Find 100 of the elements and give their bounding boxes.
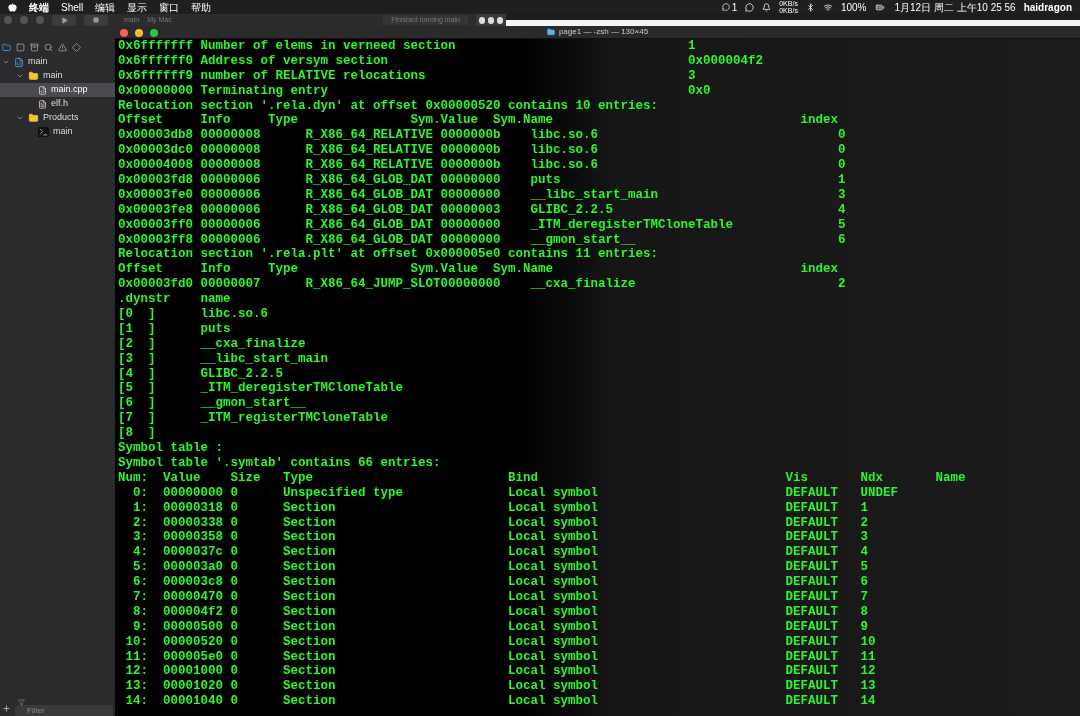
add-icon[interactable] [2,703,11,713]
terminal-cell: Local symbol [508,560,599,575]
terminal-cell: Value [163,470,201,485]
terminal-cell-text: 10: [124,634,148,650]
navigator-item[interactable]: main [0,55,115,69]
terminal-cell: 0x00003fd0 [118,277,193,292]
terminal-cell: index [800,262,839,277]
terminal-cell: Info [200,113,231,128]
terminal-cell: 0000000b [440,143,501,158]
terminal-cell: Number of elems in verneed section [200,39,456,53]
wifi-icon[interactable] [822,2,833,12]
battery-icon[interactable] [874,2,887,12]
terminal-cell: 0 [230,560,238,575]
terminal-cell: Local symbol [508,515,599,530]
menu-item[interactable]: 终端 [29,0,49,15]
terminal-cell: 00000000 [440,217,501,232]
terminal-cell: Local symbol [508,619,599,634]
terminal-cell: 0x00003fd8 [118,173,193,187]
terminal-cell: DEFAULT [785,679,839,694]
terminal-cell: GLIBC_2.2.5 [200,366,283,381]
terminal-cell: __gmon_start__ [530,232,636,247]
terminal-cell: 000003c8 [163,575,223,590]
terminal-cell: 0 [230,575,238,590]
apple-icon[interactable] [8,2,17,12]
terminal-cell: 0 [230,545,238,560]
terminal-cell: 00000500 [163,619,223,634]
user-name[interactable]: haidragon [1023,0,1072,15]
chat-icon[interactable] [745,2,755,12]
terminal-cell: Sym.Name [493,262,554,277]
terminal-cell-text: 9: [132,619,148,635]
menu-item[interactable]: 帮助 [191,0,212,15]
search-icon[interactable] [44,42,53,52]
terminal-cell: puts [530,173,561,187]
disclosure-icon[interactable] [2,58,10,66]
run-button[interactable] [52,14,76,26]
stop-button[interactable] [84,14,108,26]
terminal-cell: [6 ] [118,396,156,411]
terminal-cell: Local symbol [508,575,599,590]
terminal-cell: GLIBC_2.2.5 [530,202,614,217]
terminal-cell: 6 [860,575,869,590]
terminal-cell: 0 [230,604,238,619]
terminal-cell: Section [283,589,336,604]
terminal-cell: 3 [688,68,696,83]
terminal-cell: 00000008 [200,158,261,173]
navigator-item[interactable]: elf.h [0,97,115,111]
terminal-cell: libc.so.6 [530,143,599,158]
menu-item[interactable]: 窗口 [159,0,180,15]
terminal-line: Symbol table '.symtab' contains 66 entries: [118,455,441,470]
terminal-cell: 14 [860,694,876,709]
terminal-cell: 00001000 [163,664,223,679]
maximize-icon[interactable] [150,29,158,37]
terminal-cell: 0 [230,619,238,634]
folder-icon [28,71,39,81]
terminal-cell: Type [268,262,298,277]
terminal-cell: Section [283,619,336,634]
terminal-cell: 7 [860,589,869,604]
status-badge[interactable]: 1 [721,0,738,15]
terminal-cell: 0000000b [440,128,501,143]
menu-clock[interactable]: 1月12日 周二 上午10 25 56 [894,0,1016,15]
disclosure-icon[interactable] [16,114,24,122]
window-title: page1 — -zsh — 130×45 [558,26,649,38]
disclosure-icon[interactable] [16,72,24,80]
terminal-cell: Unspecified type [283,485,404,500]
terminal-cell: 0 [230,649,238,664]
terminal-cell: 00000006 [200,202,261,217]
terminal-cell: 0000037c [163,545,223,560]
terminal-cell: Section [283,604,336,619]
navigator-item[interactable]: main [0,69,115,83]
bluetooth-icon[interactable] [805,2,815,12]
terminal-cell: Local symbol [508,664,599,679]
filter-field[interactable]: Filter [15,705,113,716]
minimize-icon[interactable] [135,29,143,37]
terminal-cell: Section [283,575,336,590]
folder-icon[interactable] [2,42,11,52]
terminal-cell: 00000338 [163,515,223,530]
terminal-cell: _ITM_deregisterTMCloneTable [530,217,734,232]
menu-item[interactable]: 显示 [127,0,148,15]
warning-icon[interactable] [58,42,67,52]
terminal-cell: 00000007 [200,277,261,292]
navigator-item[interactable]: main.cpp [0,83,115,97]
terminal-cell: Vis [785,470,809,485]
close-icon[interactable] [120,29,128,37]
terminal-cell: Local symbol [508,649,599,664]
terminal-cell: [8 ] [118,426,156,441]
navigator-item[interactable]: Products [0,111,115,125]
terminal-cell: 00001020 [163,679,223,694]
terminal-cell: 000003a0 [163,560,223,575]
terminal-cell: _ITM_deregisterTMCloneTable [200,381,404,396]
terminal-cell: 00000006 [200,232,261,247]
menu-item[interactable]: Shell [61,0,84,15]
terminal-cell: DEFAULT [785,500,839,515]
square-icon[interactable] [16,42,25,52]
diamond-icon[interactable] [72,42,81,52]
terminal-cell: Local symbol [508,530,599,545]
terminal-cell: 00000520 [163,634,223,649]
navigator-item[interactable]: main [0,125,115,139]
terminal-cell: Address of versym section [200,53,389,68]
terminal-cell: Section [283,560,336,575]
menu-item[interactable]: 编辑 [95,0,116,15]
bell-icon[interactable] [762,2,772,12]
